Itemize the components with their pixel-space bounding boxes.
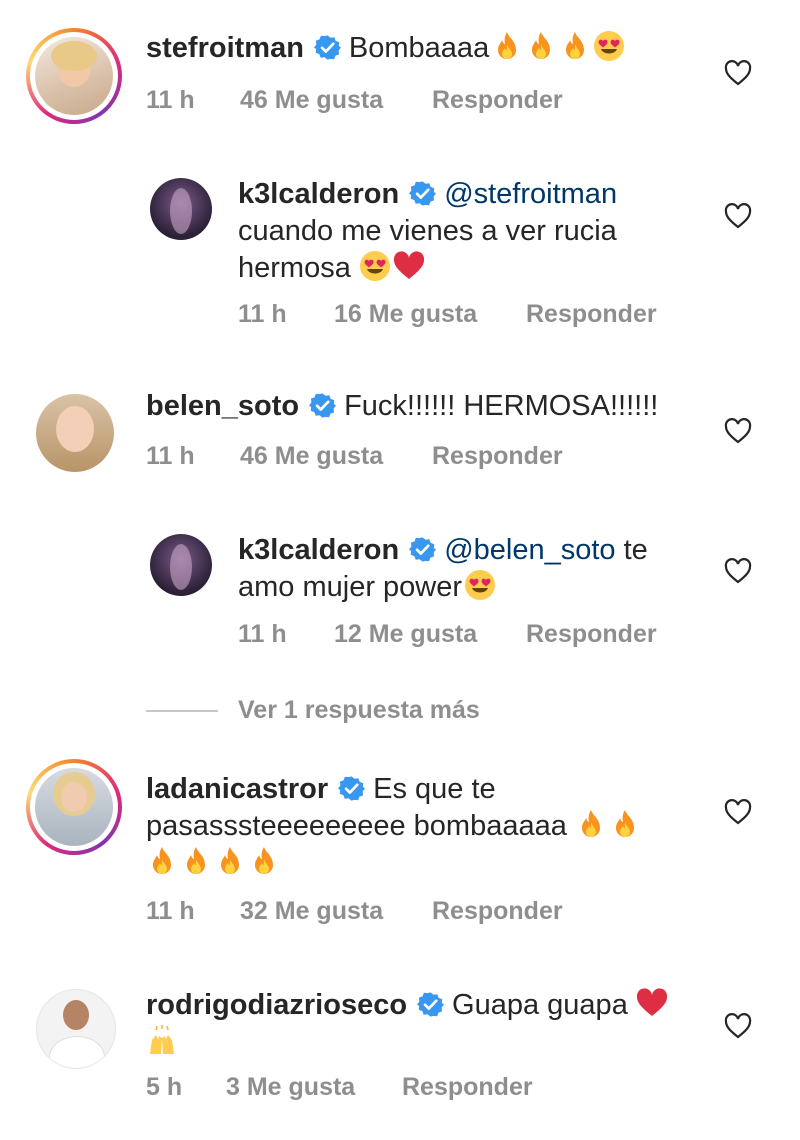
reply-button[interactable]: Responder xyxy=(432,86,563,115)
verified-badge-icon xyxy=(314,34,341,61)
reply-button[interactable]: Responder xyxy=(526,300,657,329)
username[interactable]: rodrigodiazrioseco xyxy=(146,989,407,1021)
verified-badge-icon xyxy=(309,392,336,419)
comment-time: 11 h xyxy=(238,300,287,328)
reply-k3lcalderon: k3lcalderon @stefroitman cuando me vienes… xyxy=(0,170,800,340)
comment-text: amo mujer power xyxy=(238,571,463,603)
avatar[interactable] xyxy=(150,178,212,240)
heart-like-icon[interactable] xyxy=(724,60,752,86)
red-heart-emoji xyxy=(636,987,668,1019)
fire-emoji xyxy=(491,30,523,62)
avatar[interactable] xyxy=(36,394,114,472)
view-more-label[interactable]: Ver 1 respuesta más xyxy=(238,696,480,725)
comment-text: Guapa guapa xyxy=(452,989,628,1021)
username[interactable]: k3lcalderon xyxy=(238,178,399,210)
comment-rodrigodiazrioseco: rodrigodiazrioseco Guapa guapa 5 h 3 Me g… xyxy=(0,975,800,1115)
heart-like-icon[interactable] xyxy=(724,418,752,444)
heart-like-icon[interactable] xyxy=(724,203,752,229)
reply-button[interactable]: Responder xyxy=(432,897,563,926)
likes-count[interactable]: 46 Me gusta xyxy=(240,86,383,115)
comment-time: 11 h xyxy=(146,442,195,470)
username[interactable]: ladanicastror xyxy=(146,773,328,805)
likes-count[interactable]: 46 Me gusta xyxy=(240,442,383,471)
fire-emoji xyxy=(559,30,591,62)
fire-emoji xyxy=(575,808,607,840)
avatar[interactable] xyxy=(35,37,113,115)
avatar[interactable] xyxy=(35,768,113,846)
username[interactable]: stefroitman xyxy=(146,32,304,64)
story-ring[interactable] xyxy=(26,759,122,855)
verified-badge-icon xyxy=(409,536,436,563)
reply-button[interactable]: Responder xyxy=(402,1073,533,1102)
fire-emoji xyxy=(609,808,641,840)
comment-text: Bombaaaa xyxy=(348,32,490,64)
likes-count[interactable]: 12 Me gusta xyxy=(334,620,477,649)
fire-emoji xyxy=(214,845,246,877)
username[interactable]: k3lcalderon xyxy=(238,534,399,566)
heart-like-icon[interactable] xyxy=(724,1013,752,1039)
comment-time: 11 h xyxy=(238,620,287,648)
red-heart-emoji xyxy=(393,250,425,282)
fire-emoji xyxy=(146,845,178,877)
likes-count[interactable]: 32 Me gusta xyxy=(240,897,383,926)
fire-emoji xyxy=(248,845,280,877)
verified-badge-icon xyxy=(338,775,365,802)
reply-k3lcalderon-2: k3lcalderon @belen_soto te amo mujer powe… xyxy=(0,528,800,658)
comment-ladanicastror: ladanicastror Es que te pasasssteeeeeeeee… xyxy=(0,745,800,935)
verified-badge-icon xyxy=(409,180,436,207)
heart-eyes-emoji xyxy=(359,250,391,282)
raising-hands-emoji xyxy=(146,1024,178,1056)
comment-text: Es que te xyxy=(373,773,496,805)
story-ring[interactable] xyxy=(26,28,122,124)
comment-time: 11 h xyxy=(146,86,195,114)
comment-text: pasasssteeeeeeeee bombaaaaa xyxy=(146,810,567,842)
heart-eyes-emoji xyxy=(593,30,625,62)
fire-emoji xyxy=(180,845,212,877)
comment-belen-soto: belen_soto Fuck!!!!!! HERMOSA!!!!!! 11 h … xyxy=(0,380,800,490)
avatar[interactable] xyxy=(150,534,212,596)
comment-text: Fuck!!!!!! HERMOSA!!!!!! xyxy=(344,390,659,422)
mention-link[interactable]: @stefroitman xyxy=(444,178,617,210)
comment-stefroitman: stefroitman Bombaaaa 11 h 46 Me gusta Res… xyxy=(0,0,800,140)
username[interactable]: belen_soto xyxy=(146,390,299,422)
likes-count[interactable]: 16 Me gusta xyxy=(334,300,477,329)
view-more-replies[interactable]: Ver 1 respuesta más xyxy=(0,690,800,730)
comment-text: te xyxy=(615,534,648,566)
reply-button[interactable]: Responder xyxy=(526,620,657,649)
divider-line xyxy=(146,710,218,712)
fire-emoji xyxy=(525,30,557,62)
heart-like-icon[interactable] xyxy=(724,558,752,584)
verified-badge-icon xyxy=(417,991,444,1018)
heart-eyes-emoji xyxy=(464,569,496,601)
avatar[interactable] xyxy=(36,989,116,1069)
comment-text: cuando me vienes a ver rucia xyxy=(238,215,617,247)
mention-link[interactable]: @belen_soto xyxy=(444,534,615,566)
heart-like-icon[interactable] xyxy=(724,799,752,825)
likes-count[interactable]: 3 Me gusta xyxy=(226,1073,355,1102)
comment-text: hermosa xyxy=(238,252,351,284)
comment-time: 11 h xyxy=(146,897,195,925)
comment-time: 5 h xyxy=(146,1073,183,1101)
reply-button[interactable]: Responder xyxy=(432,442,563,471)
